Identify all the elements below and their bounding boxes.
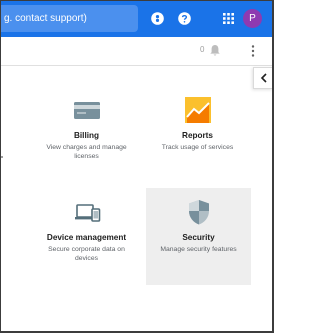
help-icon[interactable] (178, 12, 191, 25)
card-title: Billing (73, 131, 99, 140)
card-title: Security (182, 233, 215, 242)
collapse-panel-button[interactable] (253, 67, 272, 89)
admin-console-window: g. contact support) P 0 Billing View cha… (0, 0, 274, 333)
card-description: Manage security features (160, 246, 237, 253)
support-icon[interactable] (151, 12, 164, 25)
notification-count: 0 (200, 45, 205, 54)
secondary-toolbar: 0 (1, 37, 272, 66)
more-vert-icon[interactable] (249, 44, 257, 58)
card-billing[interactable]: Billing View charges and manage licenses (34, 86, 139, 183)
devices-icon (74, 204, 100, 222)
shield-icon (188, 200, 209, 225)
account-avatar[interactable]: P (243, 9, 262, 28)
card-security[interactable]: Security Manage security features (146, 188, 251, 285)
card-title: Device management (46, 233, 127, 242)
card-description: View charges and manage licenses (46, 144, 127, 161)
card-description: Secure corporate data on devices (48, 246, 125, 263)
card-device-management[interactable]: Device management Secure corporate data … (34, 188, 139, 285)
card-reports[interactable]: Reports Track usage of services (145, 86, 250, 183)
chevron-left-icon (260, 73, 267, 83)
search-input-text[interactable]: g. contact support) (4, 13, 87, 24)
card-description: Track usage of services (161, 144, 234, 151)
card-title: Reports (182, 131, 213, 140)
search-box[interactable]: g. contact support) (1, 5, 138, 32)
credit-card-icon (73, 102, 100, 119)
edge-marker (1, 156, 3, 158)
apps-grid-icon[interactable] (222, 12, 235, 25)
bell-icon[interactable] (209, 44, 221, 57)
top-app-bar: g. contact support) P (1, 1, 272, 37)
reports-chart-icon (184, 97, 211, 123)
